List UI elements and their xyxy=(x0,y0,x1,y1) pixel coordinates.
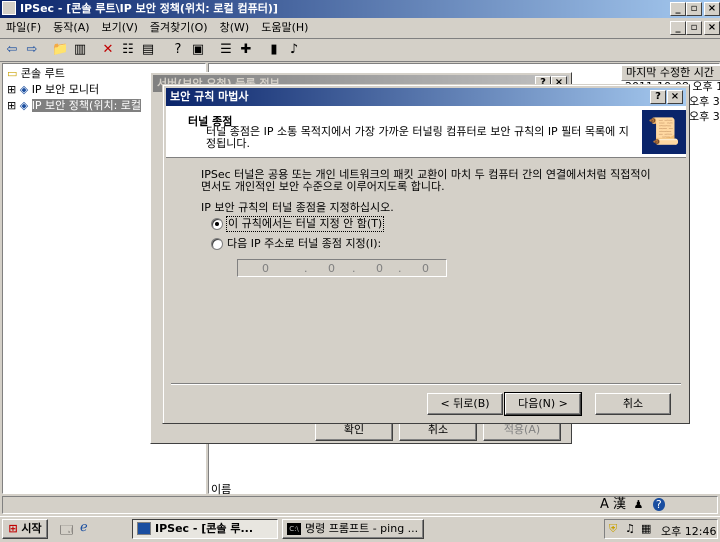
show-tree-icon[interactable]: ▥ xyxy=(72,42,88,58)
radio-selected-icon xyxy=(211,218,223,230)
rule-wizard-dialog: 보안 규칙 마법사 ? × 터널 종점 터널 종점은 IP 소통 목적지에서 가… xyxy=(162,84,690,424)
add-icon[interactable]: ✚ xyxy=(238,42,254,58)
menu-bar: 파일(F) 동작(A) 보기(V) 즐겨찾기(O) 창(W) 도움말(H) _ ▫ × xyxy=(0,18,720,38)
next-button[interactable]: 다음(N) > xyxy=(504,392,582,416)
assign-icon[interactable]: ▮ xyxy=(266,42,282,58)
child-close-button[interactable]: × xyxy=(704,21,720,35)
language-bar[interactable]: A 漢 ♟ ? xyxy=(600,496,718,514)
task-ipsec[interactable]: IPSec - [콘솔 루... xyxy=(132,519,278,539)
system-tray: ⛨ ♫ ▦ 오후 12:46 xyxy=(604,519,718,539)
mmc-titlebar[interactable]: IPSec - [콘솔 루트\IP 보안 정책(위치: 로컬 컴퓨터)] _ ▫… xyxy=(0,0,720,18)
ime-indicator[interactable]: A 漢 xyxy=(600,497,626,512)
delete-icon[interactable]: ✕ xyxy=(100,42,116,58)
tree-root[interactable]: ▭ 콘솔 루트 xyxy=(7,66,65,82)
minimize-button[interactable]: _ xyxy=(670,2,686,16)
tunnel-ip-address-field[interactable]: 0 . 0 . 0 . 0 xyxy=(237,259,447,277)
unassign-icon[interactable]: ♪ xyxy=(286,42,302,58)
properties-icon[interactable]: ☷ xyxy=(120,42,136,58)
wizard-cancel-button[interactable]: 취소 xyxy=(595,393,671,415)
ime-tool-icon[interactable]: ♟ xyxy=(634,498,644,511)
tree-item-ip-monitor[interactable]: ⊞ ◈ IP 보안 모니터 xyxy=(7,82,99,98)
clock: 오후 12:46 xyxy=(661,525,717,538)
policy-icon: ◈ xyxy=(19,99,29,112)
column-header-name[interactable]: 이름 xyxy=(211,484,231,496)
restore-button[interactable]: ▫ xyxy=(686,2,702,16)
child-restore-button[interactable]: ▫ xyxy=(686,21,702,35)
start-button[interactable]: ⊞ 시작 xyxy=(2,519,48,539)
folder-icon: ▭ xyxy=(7,67,18,80)
menu-action[interactable]: 동작(A) xyxy=(47,18,95,38)
monitor-icon: ◈ xyxy=(19,83,29,96)
radio-unselected-icon xyxy=(211,238,223,250)
list-row[interactable]: 오후 3 xyxy=(689,95,720,109)
export-list-icon[interactable]: ▤ xyxy=(140,42,156,58)
tree-item-ip-policy[interactable]: ⊞ ◈ IP 보안 정책(위치: 로컬 xyxy=(7,98,142,114)
help-icon[interactable]: ? xyxy=(170,42,186,58)
child-minimize-button[interactable]: _ xyxy=(670,21,686,35)
security-shield-icon[interactable]: ⛨ xyxy=(609,522,617,536)
up-folder-icon[interactable]: 📁 xyxy=(52,42,68,58)
quick-launch-ie-icon[interactable]: ℯ xyxy=(80,520,88,535)
menu-window[interactable]: 창(W) xyxy=(214,18,256,38)
volume-icon[interactable]: ♫ xyxy=(625,522,635,535)
cmd-task-icon: C:\ xyxy=(287,523,301,535)
wizard-close-button[interactable]: × xyxy=(667,90,683,104)
ime-help-icon[interactable]: ? xyxy=(652,498,665,511)
menu-help[interactable]: 도움말(H) xyxy=(255,18,314,38)
taskbar: ⊞ 시작 🗔 ℯ IPSec - [콘솔 루... C:\ 명령 프롬프트 - … xyxy=(0,516,720,540)
wizard-scroll-icon: 📜 xyxy=(642,110,686,154)
action-pane-icon[interactable]: ▣ xyxy=(190,42,206,58)
wizard-help-button[interactable]: ? xyxy=(650,90,666,104)
wizard-header: 터널 종점 터널 종점은 IP 소통 목적지에서 가장 가까운 터널링 컴퓨터로… xyxy=(166,106,686,158)
mmc-title: IPSec - [콘솔 루트\IP 보안 정책(위치: 로컬 컴퓨터)] xyxy=(20,2,278,15)
list-row[interactable]: 오후 3 xyxy=(689,110,720,124)
wizard-divider xyxy=(171,383,681,385)
column-header-modified[interactable]: 마지막 수정한 시간 xyxy=(621,65,720,81)
manage-filter-icon[interactable]: ☰ xyxy=(218,42,234,58)
menu-favorites[interactable]: 즐겨찾기(O) xyxy=(144,18,214,38)
mmc-app-icon xyxy=(2,1,16,15)
mmc-task-icon xyxy=(137,522,151,535)
close-button[interactable]: × xyxy=(704,2,720,16)
network-icon[interactable]: ▦ xyxy=(641,522,651,535)
wizard-description: 터널 종점은 IP 소통 목적지에서 가장 가까운 터널링 컴퓨터로 보안 규칙… xyxy=(206,125,629,150)
tunnel-paragraph: IPSec 터널은 공용 또는 개인 네트워크의 패킷 교환이 마치 두 컴퓨터… xyxy=(201,168,651,193)
forward-arrow-icon[interactable]: ⇨ xyxy=(24,42,40,58)
back-button[interactable]: < 뒤로(B) xyxy=(427,393,503,415)
menu-view[interactable]: 보기(V) xyxy=(96,18,144,38)
task-cmd[interactable]: C:\ 명령 프롬프트 - ping ... xyxy=(282,519,424,539)
menu-file[interactable]: 파일(F) xyxy=(0,18,47,38)
windows-logo-icon: ⊞ xyxy=(8,522,18,535)
back-arrow-icon[interactable]: ⇦ xyxy=(4,42,20,58)
wizard-titlebar[interactable]: 보안 규칙 마법사 ? × xyxy=(166,88,686,106)
quick-launch-desktop-icon[interactable]: 🗔 xyxy=(60,521,73,542)
tunnel-prompt: IP 보안 규칙의 터널 종점을 지정하십시오. xyxy=(201,201,394,214)
